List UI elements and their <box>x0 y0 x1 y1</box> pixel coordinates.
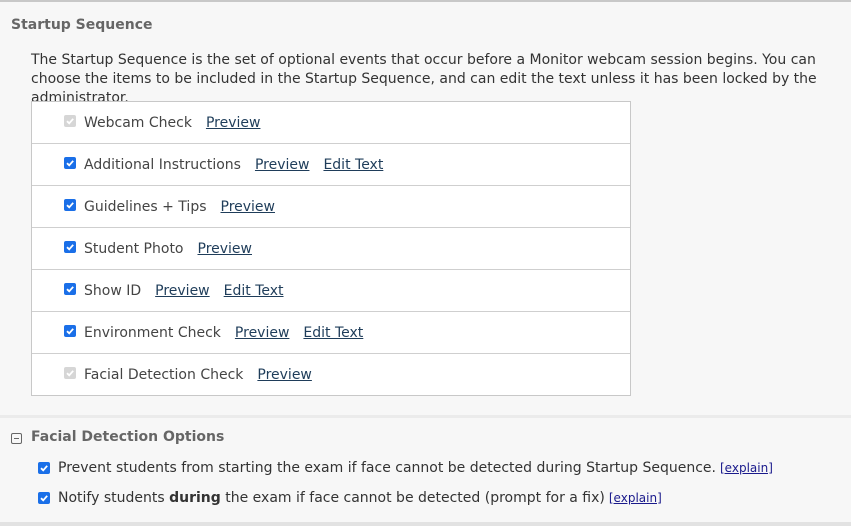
checkbox-student-photo[interactable] <box>64 240 76 253</box>
checkbox-additional-instructions[interactable] <box>64 156 76 169</box>
list-item: Webcam Check Preview <box>32 102 630 143</box>
startup-sequence-list: Webcam Check Preview Additional Instruct… <box>31 101 631 396</box>
checkmark-icon <box>66 369 74 377</box>
section-title: Startup Sequence <box>11 17 153 33</box>
checkbox-prevent-start[interactable] <box>38 462 50 474</box>
list-item: Student Photo Preview <box>32 227 630 269</box>
checkmark-icon <box>40 495 48 502</box>
list-item: Facial Detection Check Preview <box>32 353 630 395</box>
startup-sequence-section: Startup Sequence The Startup Sequence is… <box>0 2 851 415</box>
preview-link[interactable]: Preview <box>257 367 312 383</box>
section-description: The Startup Sequence is the set of optio… <box>31 52 817 106</box>
item-label: Facial Detection Check <box>84 366 244 383</box>
edit-text-link[interactable]: Edit Text <box>224 283 284 299</box>
option-text: Notify students <box>58 490 170 506</box>
option-text-bold: during <box>169 490 221 506</box>
preview-link[interactable]: Preview <box>221 199 276 215</box>
checkmark-icon <box>66 243 74 251</box>
checkbox-environment-check[interactable] <box>64 324 76 337</box>
checkbox-facial-detection-check <box>64 366 76 379</box>
preview-link[interactable]: Preview <box>206 115 261 131</box>
item-label: Show ID <box>84 282 142 299</box>
explain-link[interactable]: [explain] <box>609 491 662 505</box>
preview-link[interactable]: Preview <box>198 241 253 257</box>
list-item: Guidelines + Tips Preview <box>32 185 630 227</box>
checkbox-notify-during[interactable] <box>38 492 50 504</box>
list-item: Environment Check Preview Edit Text <box>32 311 630 353</box>
item-label: Guidelines + Tips <box>84 198 207 215</box>
edit-text-link[interactable]: Edit Text <box>323 157 383 173</box>
checkbox-show-id[interactable] <box>64 282 76 295</box>
preview-link[interactable]: Preview <box>235 325 290 341</box>
bottom-border <box>0 522 851 526</box>
option-text: Prevent students from starting the exam … <box>58 460 716 476</box>
collapse-minus-icon[interactable] <box>11 433 22 444</box>
option-text: the exam if face cannot be detected (pro… <box>220 490 605 506</box>
facial-detection-section: Facial Detection Options Prevent student… <box>0 418 851 522</box>
checkmark-icon <box>66 159 74 167</box>
item-label: Student Photo <box>84 240 184 257</box>
item-label: Webcam Check <box>84 114 192 131</box>
explain-link[interactable]: [explain] <box>720 461 773 475</box>
preview-link[interactable]: Preview <box>255 157 310 173</box>
checkmark-icon <box>66 327 74 335</box>
checkmark-icon <box>66 285 74 293</box>
checkmark-icon <box>66 117 74 125</box>
section-title: Facial Detection Options <box>31 429 225 445</box>
list-item: Additional Instructions Preview Edit Tex… <box>32 143 630 185</box>
checkbox-guidelines-tips[interactable] <box>64 198 76 211</box>
option-prevent-start: Prevent students from starting the exam … <box>38 460 773 476</box>
preview-link[interactable]: Preview <box>155 283 210 299</box>
checkmark-icon <box>40 465 48 472</box>
option-notify-during: Notify students during the exam if face … <box>38 490 662 506</box>
item-label: Additional Instructions <box>84 156 241 173</box>
checkmark-icon <box>66 201 74 209</box>
item-label: Environment Check <box>84 324 221 341</box>
edit-text-link[interactable]: Edit Text <box>303 325 363 341</box>
checkbox-webcam-check <box>64 114 76 127</box>
list-item: Show ID Preview Edit Text <box>32 269 630 311</box>
